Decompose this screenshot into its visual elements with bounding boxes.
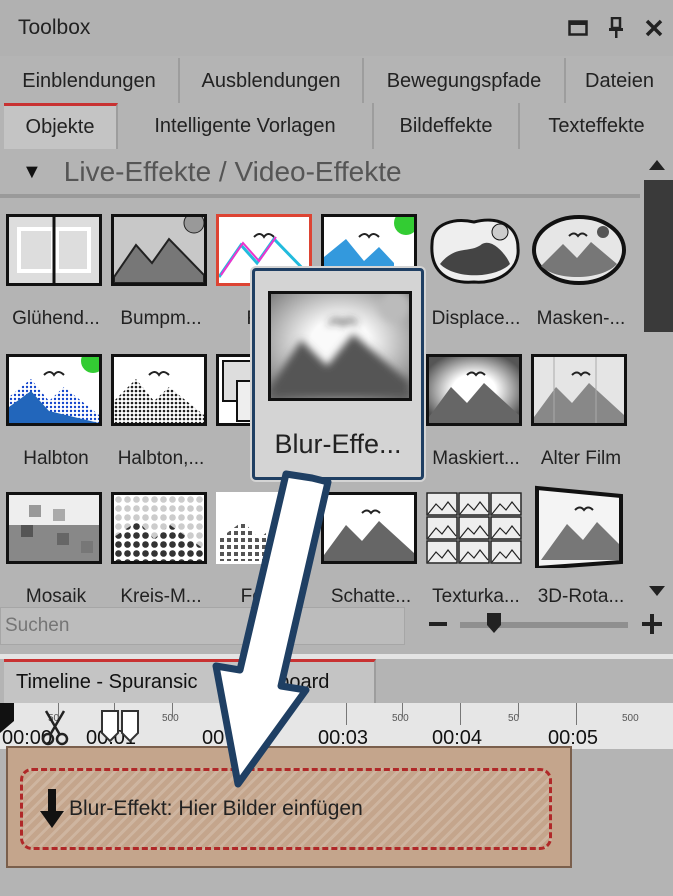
storyboard-tab-label: ryboard [261, 671, 330, 693]
tab-einblendungen[interactable]: Einblendungen [0, 58, 180, 104]
effect-name: Glühend... [12, 308, 100, 329]
effect-name: Halbton,... [117, 448, 205, 469]
maskiert-thumbnail [426, 354, 522, 426]
texturkacheln-thumbnail [426, 492, 522, 564]
tab-intelligente-vorlagen[interactable]: Intelligente Vorlagen [118, 103, 374, 149]
effect-tile-masken[interactable]: Masken-... [528, 210, 632, 336]
timeline-ruler[interactable]: 50 500 50 500 50 500 00:00 00:01 00 00:0… [0, 703, 673, 749]
gluehend-thumbnail [6, 214, 102, 286]
section-divider [0, 194, 640, 198]
effect-tile-maskiert[interactable]: Maskiert... [423, 350, 527, 476]
tab-row-1: Einblendungen Ausblendungen Bewegungspfa… [0, 58, 673, 104]
3d-rotation-thumbnail [531, 482, 627, 568]
displace-thumbnail [426, 214, 522, 286]
effect-tile-kreis-mosaik[interactable]: Kreis-M... [108, 488, 212, 614]
ruler-tick [460, 703, 461, 725]
scroll-up-icon[interactable] [648, 158, 666, 172]
mosaik-thumbnail [6, 492, 102, 564]
effect-tile-mosaik[interactable]: Mosaik [3, 488, 107, 614]
zoom-in-icon[interactable] [640, 612, 664, 636]
halbton-2-thumbnail [111, 354, 207, 426]
tab-bewegungspfade[interactable]: Bewegungspfade [364, 58, 566, 104]
ruler-subtick-label: 500 [622, 713, 639, 724]
scroll-thumb[interactable] [644, 180, 673, 332]
effect-tile-halbton[interactable]: Halbton [3, 350, 107, 476]
effect-name: Bumpm... [120, 308, 202, 329]
section-title: Live-Effekte / Video-Effekte [63, 156, 402, 187]
window-title: Toolbox [18, 16, 91, 39]
masken-thumbnail [531, 214, 627, 286]
search-field[interactable] [0, 607, 405, 645]
timeline-tab-label: Timeline - Spuransic [16, 671, 198, 693]
toolbox-titlebar: Toolbox [0, 0, 673, 56]
pin-icon[interactable] [602, 14, 630, 42]
alter-film-thumbnail [531, 354, 627, 426]
section-header-live-effekte[interactable]: ▼ Live-Effekte / Video-Effekte [0, 150, 640, 194]
effect-tile-bumpmap[interactable]: Bumpm... [108, 210, 212, 336]
ruler-tick [230, 703, 231, 725]
blur-effect-thumbnail [268, 291, 412, 401]
schatten-thumbnail [321, 492, 417, 564]
ruler-tick [576, 703, 577, 725]
effect-name: Displace... [431, 308, 521, 329]
collapse-caret-icon[interactable]: ▼ [22, 161, 42, 184]
effect-name: Schatte... [330, 586, 412, 607]
effect-name: Halbton [23, 448, 89, 469]
maximize-icon[interactable] [564, 14, 592, 42]
effect-name: Texturka... [432, 586, 520, 607]
effect-name: Form- [240, 586, 292, 607]
scroll-down-icon[interactable] [648, 584, 666, 598]
scissors-icon[interactable] [40, 709, 70, 747]
effect-name: Masken-... [536, 308, 626, 329]
search-input[interactable] [1, 608, 404, 644]
drag-preview-popup: Blur-Effe... [252, 268, 424, 480]
effect-name: Mosaik [25, 586, 87, 607]
zoom-out-icon[interactable] [428, 614, 448, 634]
ruler-subtick-label: 50 [508, 713, 520, 724]
tab-texteffekte[interactable]: Texteffekte [520, 103, 673, 149]
effect-tile-form[interactable]: Form- [213, 488, 317, 614]
ruler-subtick-label: 500 [392, 713, 409, 724]
effect-tile-alter-film[interactable]: Alter Film [528, 350, 632, 476]
playhead-icon[interactable] [0, 703, 16, 733]
close-icon[interactable] [640, 14, 668, 42]
tab-row-2: Objekte Intelligente Vorlagen Bildeffekt… [0, 103, 673, 149]
effect-tile-schatten[interactable]: Schatte... [318, 488, 422, 614]
timeline-tabbar: Timeline - Spuransic ryboard [0, 659, 673, 703]
drag-preview-label: Blur-Effe... [274, 429, 402, 459]
arrow-down-icon [40, 789, 64, 828]
tab-timeline[interactable]: Timeline - Spuransic ryboard [4, 659, 376, 703]
effect-tile-halbton-2[interactable]: Halbton,... [108, 350, 212, 476]
form-thumbnail [216, 492, 312, 564]
marker-icon[interactable] [100, 709, 142, 743]
zoom-slider-handle[interactable] [486, 612, 502, 634]
tab-objekte[interactable]: Objekte [4, 103, 118, 149]
effect-tile-displace[interactable]: Displace... [423, 210, 527, 336]
ruler-tick [346, 703, 347, 725]
effect-name: 3D-Rota... [537, 586, 625, 607]
image-dropzone[interactable]: Blur-Effekt: Hier Bilder einfügen [20, 768, 552, 850]
effect-name: Alter Film [540, 448, 622, 469]
effect-tile-gluehend[interactable]: Glühend... [3, 210, 107, 336]
ruler-subtick-label: 500 [162, 713, 179, 724]
tab-ausblendungen[interactable]: Ausblendungen [180, 58, 364, 104]
effect-tile-texturkacheln[interactable]: Texturka... [423, 488, 527, 614]
ruler-subtick-label: 50 [278, 713, 290, 724]
tab-bildeffekte[interactable]: Bildeffekte [374, 103, 520, 149]
effect-tile-3d-rotation[interactable]: 3D-Rota... [528, 478, 632, 607]
halbton-thumbnail [6, 354, 102, 426]
dropzone-label: Blur-Effekt: Hier Bilder einfügen [69, 797, 363, 820]
effects-scrollbar[interactable] [640, 150, 673, 605]
kreis-mosaik-thumbnail [111, 492, 207, 564]
bumpmap-thumbnail [111, 214, 207, 286]
effect-name: Kreis-M... [120, 586, 202, 607]
effect-name: Maskiert... [432, 448, 520, 469]
tab-dateien[interactable]: Dateien [566, 58, 673, 104]
